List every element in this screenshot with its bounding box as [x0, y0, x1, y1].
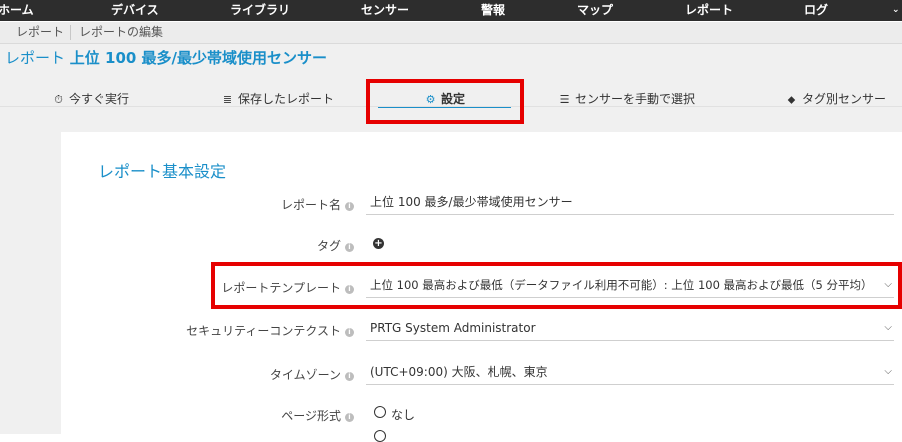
nav-sensors[interactable]: センサー: [361, 0, 409, 21]
page-title-main: 上位 100 最多/最少帯域使用センサー: [69, 49, 328, 67]
highlight-box-template: [211, 262, 902, 309]
security-context-select[interactable]: PRTG System Administrator ⌵: [366, 316, 894, 341]
tags-label: タグ i: [14, 237, 354, 254]
nav-alarms[interactable]: 警報: [481, 0, 505, 21]
breadcrumb: レポート レポートの編集: [0, 22, 902, 44]
info-icon[interactable]: i: [345, 202, 354, 211]
report-name-value: 上位 100 最多/最少帯域使用センサー: [370, 195, 573, 209]
section-title: レポート基本設定: [98, 162, 227, 181]
page-format-label: ページ形式 i: [14, 407, 354, 424]
sliders-icon: ☰: [559, 93, 570, 106]
tab-sensors-by-tag[interactable]: ⬥ タグ別センサー: [785, 90, 886, 108]
add-tag-icon[interactable]: +: [373, 238, 384, 249]
timezone-label-text: タイムゾーン: [269, 368, 341, 382]
tab-stored-reports[interactable]: ≣ 保存したレポート: [221, 90, 334, 108]
chevron-down-icon[interactable]: ⌄: [892, 0, 900, 21]
timezone-value: (UTC+09:00) 大阪、札幌、東京: [370, 365, 548, 379]
report-name-label: レポート名 i: [14, 196, 354, 213]
page-format-radio-none[interactable]: [374, 406, 386, 418]
page-title: レポート 上位 100 最多/最少帯域使用センサー: [5, 47, 327, 68]
report-name-label-text: レポート名: [280, 198, 341, 212]
security-context-value: PRTG System Administrator: [370, 321, 536, 335]
highlight-box-settings-tab: [366, 79, 524, 124]
page-format-radio-next[interactable]: [374, 430, 386, 442]
security-context-label: セキュリティーコンテクスト i: [14, 322, 354, 339]
tab-label: タグ別センサー: [802, 92, 887, 106]
breadcrumb-divider: [70, 25, 71, 40]
breadcrumb-edit-report: レポートの編集: [79, 25, 164, 39]
breadcrumb-reports[interactable]: レポート: [16, 22, 64, 43]
tab-label: 今すぐ実行: [69, 92, 130, 106]
tag-icon: ⬥: [787, 93, 796, 106]
page-format-label-text: ページ形式: [281, 409, 341, 423]
nav-home[interactable]: ホーム: [0, 0, 34, 21]
nav-devices[interactable]: デバイス: [111, 0, 159, 21]
nav-maps[interactable]: マップ: [577, 0, 613, 21]
tags-label-text: タグ: [316, 239, 341, 253]
top-navigation: ホーム デバイス ライブラリ センサー 警報 マップ レポート ログ ⌄: [0, 0, 902, 21]
timezone-label: タイムゾーン i: [14, 366, 354, 383]
tab-label: センサーを手動で選択: [575, 92, 696, 106]
tab-run-now[interactable]: ⏱ 今すぐ実行: [52, 90, 129, 108]
report-name-input[interactable]: 上位 100 最多/最少帯域使用センサー: [366, 190, 894, 215]
nav-logs[interactable]: ログ: [804, 0, 828, 21]
database-icon: ≣: [222, 93, 233, 106]
chevron-down-icon: ⌵: [884, 366, 892, 377]
chevron-down-icon: ⌵: [884, 322, 892, 333]
nav-reports[interactable]: レポート: [685, 0, 733, 21]
title-bar: レポート 上位 100 最多/最少帯域使用センサー: [0, 44, 902, 72]
info-icon[interactable]: i: [345, 372, 354, 381]
page-format-option-none-label: なし: [391, 408, 416, 422]
nav-library[interactable]: ライブラリ: [230, 0, 290, 21]
page-title-prefix: レポート: [5, 49, 66, 67]
timezone-select[interactable]: (UTC+09:00) 大阪、札幌、東京 ⌵: [366, 360, 894, 385]
tab-label: 保存したレポート: [238, 92, 335, 106]
tab-select-sensors-manually[interactable]: ☰ センサーを手動で選択: [558, 90, 695, 108]
info-icon[interactable]: i: [345, 413, 354, 422]
info-icon[interactable]: i: [345, 243, 354, 252]
stopwatch-icon: ⏱: [54, 93, 63, 106]
info-icon[interactable]: i: [345, 328, 354, 337]
security-context-label-text: セキュリティーコンテクスト: [186, 324, 341, 338]
